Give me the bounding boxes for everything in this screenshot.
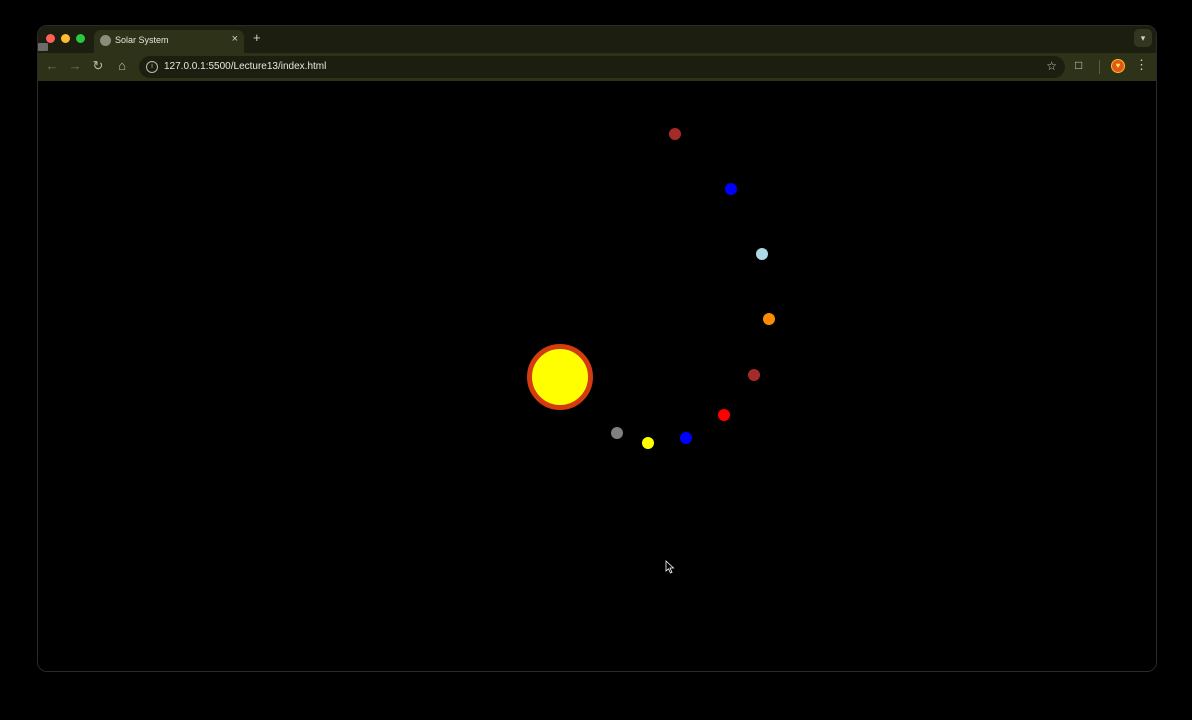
kebab-menu-icon[interactable]: ⋮: [1135, 57, 1148, 73]
url-text[interactable]: 127.0.0.1:5500/Lecture13/index.html: [164, 61, 326, 72]
planet: [725, 183, 737, 195]
globe-icon: [100, 35, 111, 46]
planet: [748, 369, 760, 381]
back-arrow-icon[interactable]: ←: [44, 58, 60, 73]
new-tab-button[interactable]: +: [253, 30, 261, 45]
puzzle-icon[interactable]: □: [1075, 58, 1082, 72]
profile-avatar[interactable]: ♥: [1111, 59, 1125, 73]
home-icon[interactable]: ⌂: [114, 58, 130, 73]
toolbar-divider: [1099, 60, 1100, 74]
planet: [642, 437, 654, 449]
planet: [611, 427, 623, 439]
sun: [527, 344, 593, 410]
page-viewport: [38, 81, 1156, 671]
reload-icon[interactable]: ↻: [90, 58, 106, 74]
tab-title: Solar System: [115, 35, 169, 45]
planet: [763, 313, 775, 325]
browser-toolbar: ← → ↻ ⌂ i 127.0.0.1:5500/Lecture13/index…: [38, 53, 1156, 81]
planet: [718, 409, 730, 421]
address-bar[interactable]: i 127.0.0.1:5500/Lecture13/index.html ☆: [139, 56, 1065, 78]
browser-window: Solar System × + ▾ ← → ↻ ⌂ i 127.0.0.1:5…: [37, 25, 1157, 672]
forward-arrow-icon[interactable]: →: [67, 58, 83, 73]
tab-solar-system[interactable]: Solar System ×: [94, 30, 244, 53]
close-window-button[interactable]: [46, 34, 55, 43]
chevron-down-icon[interactable]: ▾: [1134, 29, 1152, 47]
minimize-window-button[interactable]: [61, 34, 70, 43]
title-bar: Solar System × + ▾: [38, 26, 1156, 53]
star-icon[interactable]: ☆: [1046, 59, 1057, 73]
planet: [756, 248, 768, 260]
planet: [669, 128, 681, 140]
mouse-cursor-icon: [665, 560, 675, 574]
site-info-icon[interactable]: i: [146, 61, 158, 73]
overlay-badge-icon: [38, 43, 48, 51]
maximize-window-button[interactable]: [76, 34, 85, 43]
close-tab-icon[interactable]: ×: [232, 33, 238, 45]
planet: [680, 432, 692, 444]
